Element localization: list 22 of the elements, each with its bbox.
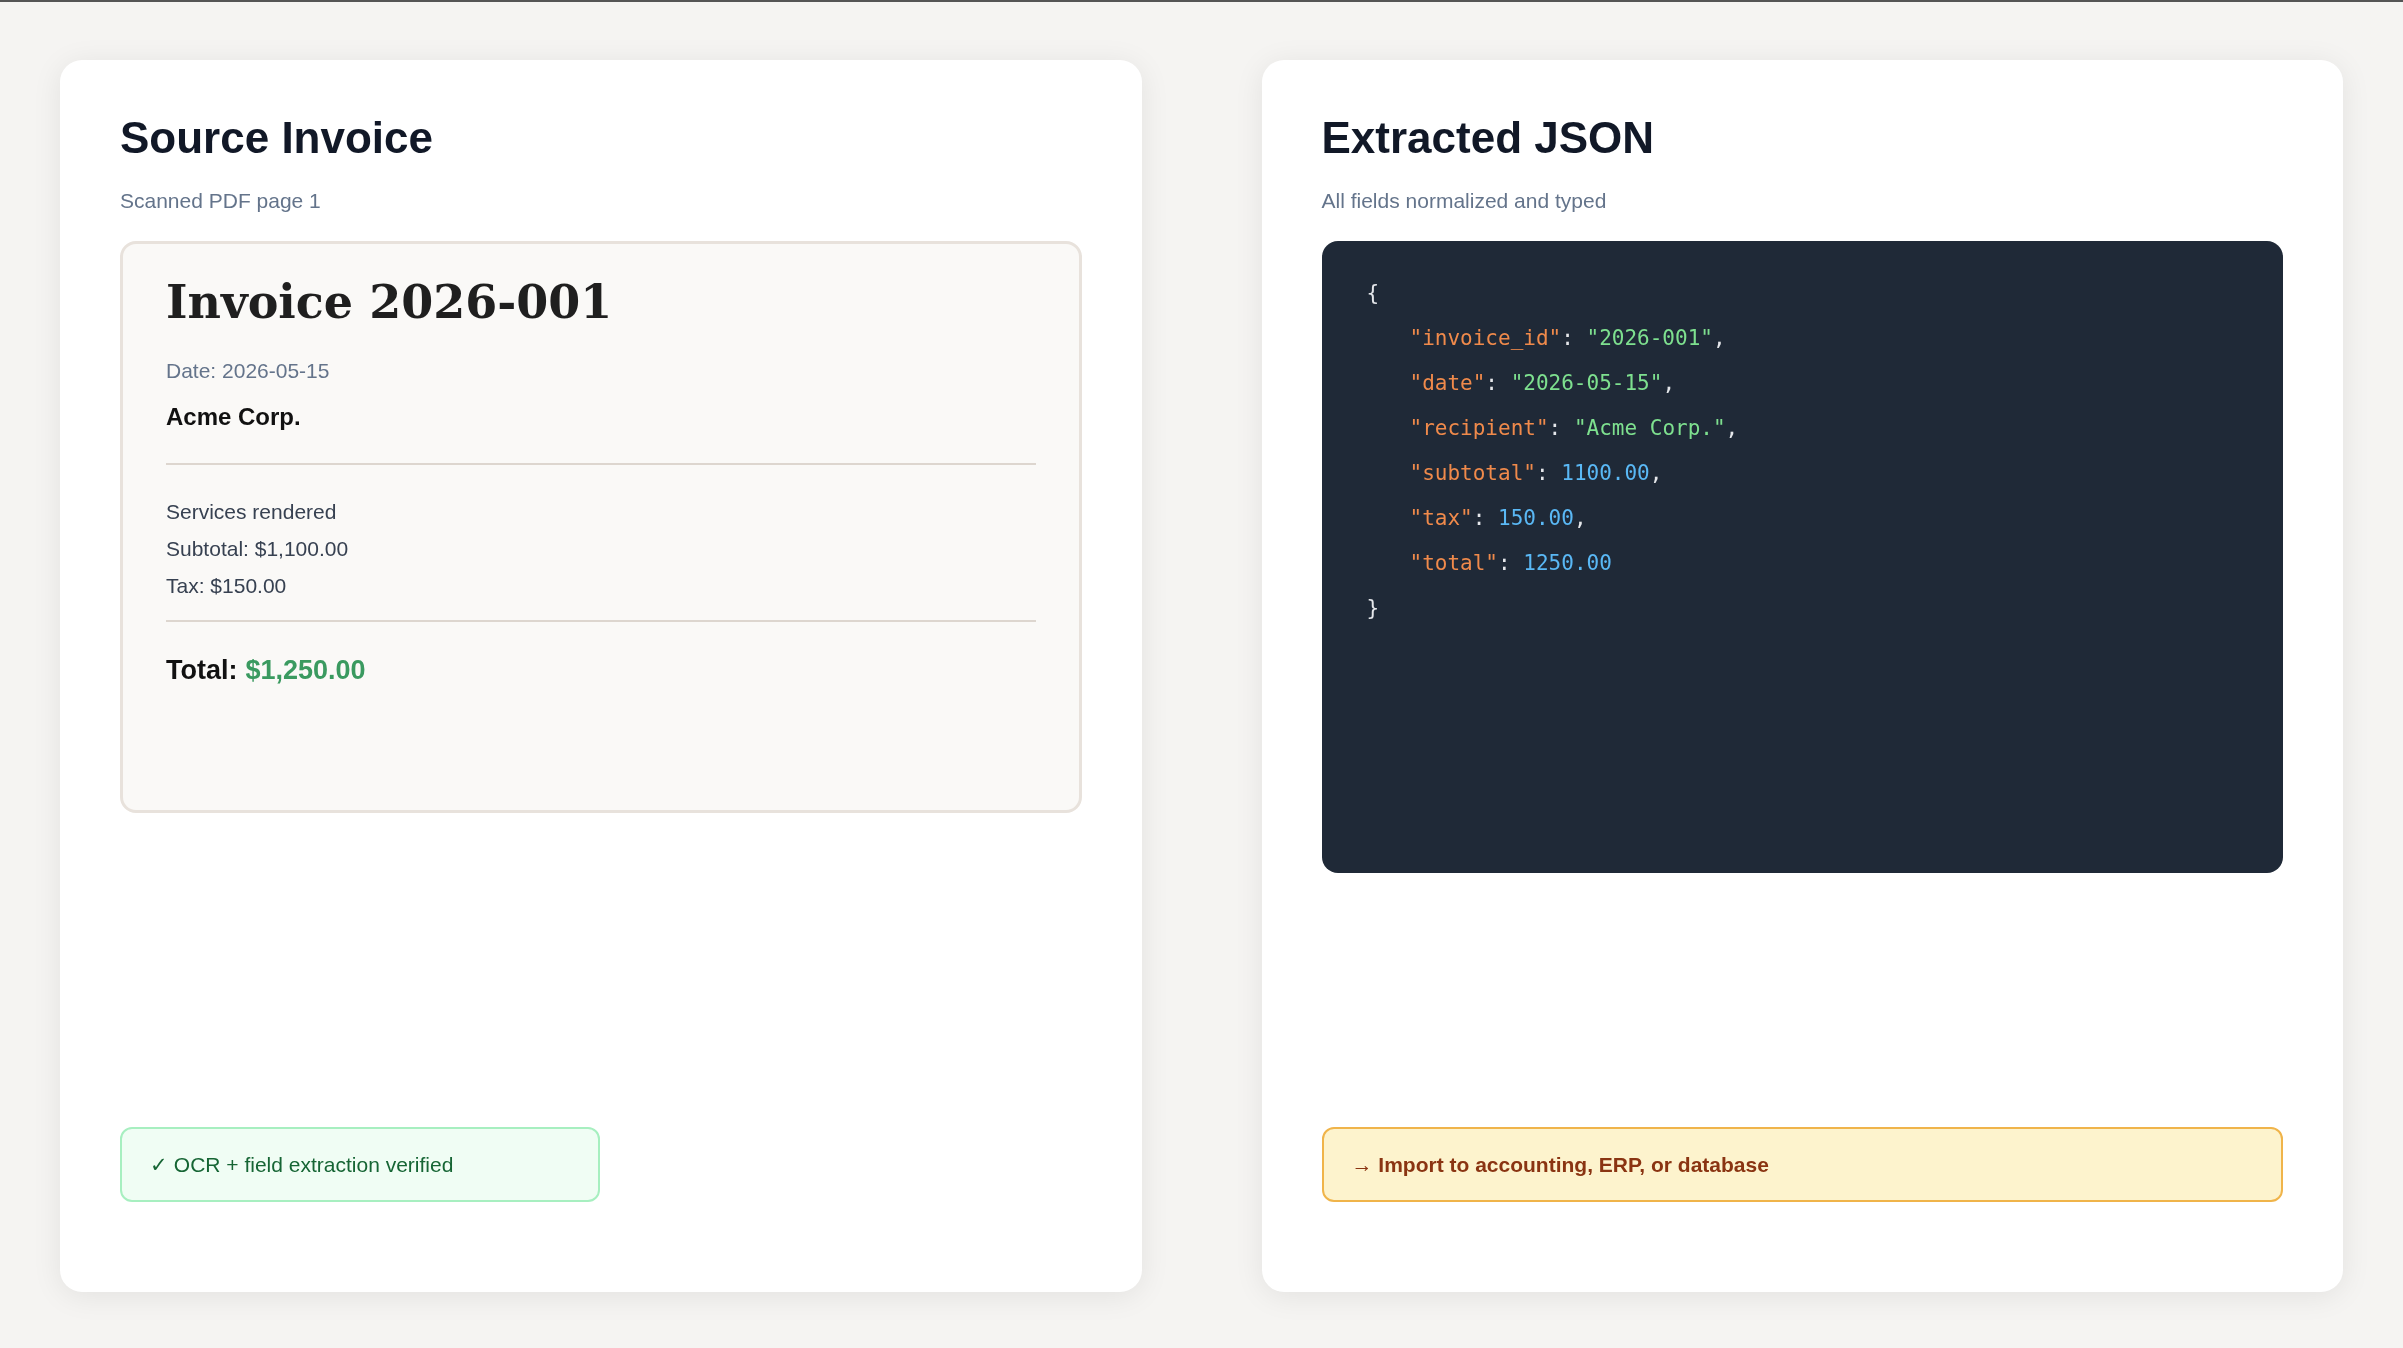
invoice-line: Services rendered [166,498,338,525]
total-amount: $1,250.00 [245,653,366,687]
panel-subtitle: All fields normalized and typed [1321,188,1608,214]
code-line: "invoice_id": "2026-001", [1408,324,1726,352]
panel-title: Source Invoice [120,112,434,164]
code-line: "recipient": "Acme Corp.", [1408,414,1739,442]
panel-title: Extracted JSON [1321,112,1656,164]
code-line: { [1366,279,1380,307]
status-message: ✓ OCR + field extraction verified [120,1127,600,1202]
callout-message: → Import to accounting, ERP, or database [1321,1127,2283,1202]
code-line: } [1366,594,1380,622]
invoice-line: Subtotal: $1,100.00 [166,535,350,562]
panel-subtitle: Scanned PDF page 1 [120,188,322,214]
invoice-date: Date: 2026-05-15 [166,358,331,384]
code-line: "total": 1250.00 [1408,549,1612,577]
invoice-heading: Invoice 2026-001 [166,273,614,331]
invoice-line: Tax: $150.00 [166,572,288,599]
code-line: "subtotal": 1100.00, [1408,459,1663,487]
code-line: "date": "2026-05-15", [1408,369,1676,397]
code-line: "tax": 150.00, [1408,504,1587,532]
invoice-recipient: Acme Corp. [166,401,302,432]
total-label: Total: [166,653,238,687]
